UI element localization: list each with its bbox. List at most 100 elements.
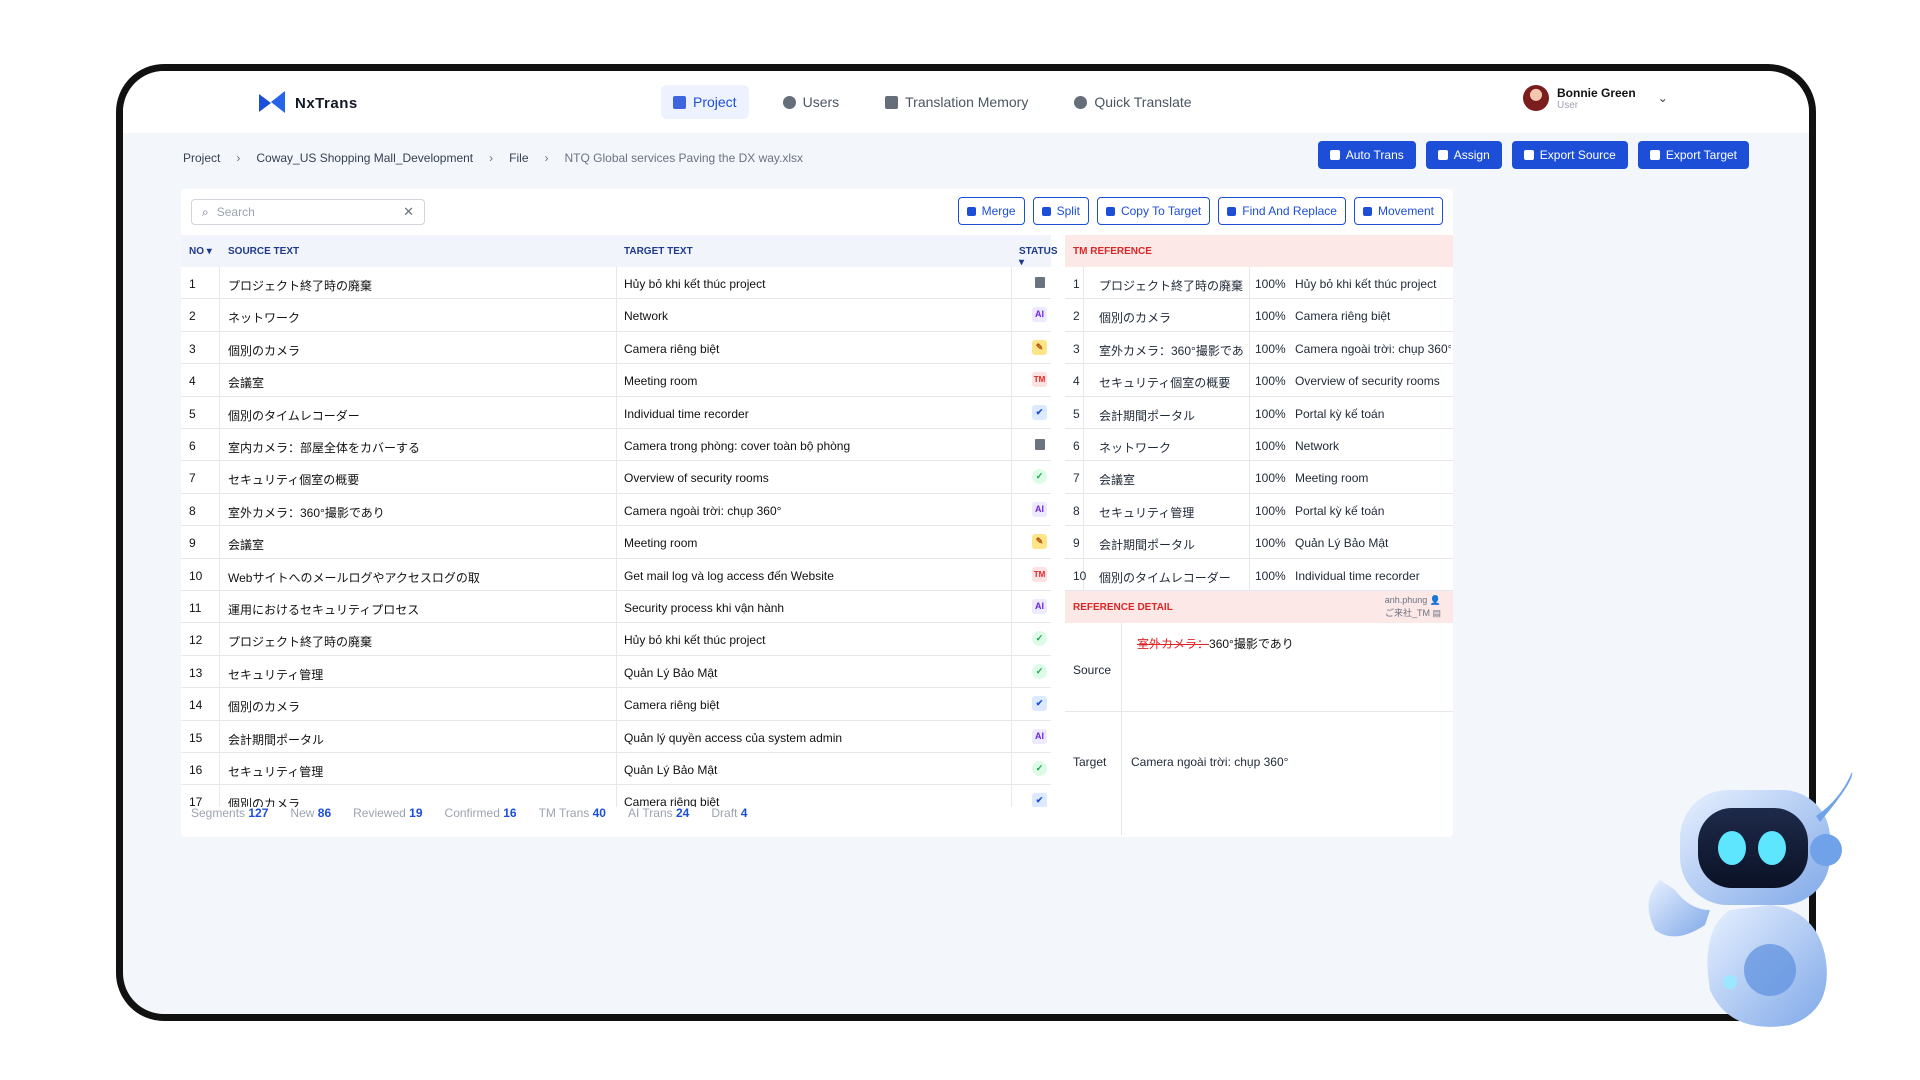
- header-label: STATUS: [1019, 246, 1058, 257]
- divider: [616, 364, 617, 396]
- table-row[interactable]: 7 セキュリティ個室の概要 Overview of security rooms ✓: [181, 461, 1051, 494]
- cell-no: 16: [189, 763, 203, 777]
- cell-target[interactable]: Network: [624, 309, 668, 323]
- stat-label: Confirmed: [444, 806, 500, 820]
- table-row[interactable]: 14 個別のカメラ Camera riêng biệt ✔: [181, 688, 1051, 721]
- cell-target[interactable]: Get mail log và log access đến Website: [624, 569, 834, 583]
- cell-target[interactable]: Meeting room: [624, 374, 697, 388]
- divider: [616, 331, 617, 364]
- button-label: Find And Replace: [1242, 204, 1337, 218]
- divider: [616, 623, 617, 655]
- nav-quick-translate[interactable]: Quick Translate: [1062, 85, 1203, 119]
- divider: [219, 785, 220, 807]
- divider: [219, 753, 220, 785]
- table-row[interactable]: 1 プロジェクト終了時の廃棄 Hủy bỏ khi kết thúc project: [181, 267, 1051, 300]
- table-row[interactable]: 2 ネットワーク Network AI: [181, 299, 1051, 332]
- cell-target[interactable]: Hủy bỏ khi kết thúc project: [624, 633, 765, 647]
- tm-reference-row[interactable]: 3 室外カメラ：360°撮影であり 100% Camera ngoài trời: c…: [1065, 331, 1453, 365]
- stat-label: New: [290, 806, 315, 820]
- tm-cell-target: Quản Lý Bảo Mật: [1295, 536, 1389, 551]
- chevron-down-icon[interactable]: ⌄: [1658, 91, 1668, 105]
- cell-no: 3: [189, 341, 196, 356]
- divider: [1011, 688, 1012, 720]
- cell-target[interactable]: Security process khi vận hành: [624, 601, 784, 615]
- tm-reference-row[interactable]: 9 会計期間ポータル 100% Quản Lý Bảo Mật: [1065, 526, 1453, 559]
- cell-target[interactable]: Camera ngoài trời: chụp 360°: [624, 504, 781, 518]
- divider: [616, 655, 617, 688]
- divider: [1083, 331, 1084, 364]
- robot-antenna: [1816, 772, 1853, 822]
- cell-target[interactable]: Quản Lý Bảo Mật: [624, 666, 717, 680]
- search-input[interactable]: ⌕ Search ✕: [191, 199, 425, 225]
- tm-cell-source: プロジェクト終了時の廃棄: [1099, 279, 1244, 293]
- tm-reference-row[interactable]: 10 個別のタイムレコーダー 100% Individual time recorde…: [1065, 558, 1453, 591]
- table-row[interactable]: 13 セキュリティ管理 Quản Lý Bảo Mật ✓: [181, 655, 1051, 689]
- tm-cell-source: 室外カメラ：360°撮影であり: [1099, 343, 1245, 358]
- cell-source: Webサイトへのメールログやアクセスログの取: [228, 570, 480, 585]
- table-row[interactable]: 15 会計期間ポータル Quản lý quyền access của syste…: [181, 720, 1051, 753]
- merge-button[interactable]: Merge: [957, 197, 1025, 225]
- tm-cell-no: 7: [1073, 471, 1080, 486]
- cell-target[interactable]: Individual time recorder: [624, 407, 749, 421]
- divider: [1011, 493, 1012, 526]
- divider: [1011, 785, 1012, 807]
- close-icon[interactable]: ✕: [403, 204, 414, 220]
- export-target-button[interactable]: Export Target: [1637, 141, 1749, 169]
- cell-target[interactable]: Camera riêng biệt: [624, 342, 719, 356]
- cell-target[interactable]: Camera trong phòng: cover toàn bộ phòng: [624, 439, 850, 453]
- nav-project[interactable]: Project: [661, 85, 749, 119]
- copy-to-target-button[interactable]: Copy To Target: [1096, 197, 1211, 225]
- table-row[interactable]: 5 個別のタイムレコーダー Individual time recorder ✔: [181, 396, 1051, 429]
- assign-button[interactable]: Assign: [1425, 141, 1502, 169]
- export-source-button[interactable]: Export Source: [1511, 141, 1628, 169]
- tm-cell-source: 個別のカメラ: [1099, 311, 1172, 326]
- table-row[interactable]: 9 会議室 Meeting room ✎: [181, 526, 1051, 559]
- tm-reference-row[interactable]: 5 会計期間ポータル 100% Portal kỳ kế toán: [1065, 396, 1453, 429]
- column-status[interactable]: STATUS ▾: [1019, 246, 1058, 268]
- table-row[interactable]: 17 個別のカメラ Camera riêng biệt ✔: [181, 785, 1051, 807]
- source-label: Source: [1073, 663, 1112, 677]
- status-draft-icon: [1035, 439, 1045, 450]
- movement-button[interactable]: Movement: [1353, 197, 1443, 225]
- tm-cell-target: Network: [1295, 439, 1340, 453]
- cell-source: セキュリティ管理: [228, 765, 324, 779]
- split-button[interactable]: Split: [1032, 197, 1089, 225]
- breadcrumb-item[interactable]: Coway_US Shopping Mall_Development: [256, 151, 473, 165]
- logo[interactable]: NxTrans: [259, 91, 358, 115]
- table-row[interactable]: 3 個別のカメラ Camera riêng biệt ✎: [181, 331, 1051, 365]
- cell-target[interactable]: Quản Lý Bảo Mật: [624, 763, 717, 777]
- tm-reference-row[interactable]: 1 プロジェクト終了時の廃棄 100% Hủy bỏ khi kết thúc pro…: [1065, 267, 1453, 300]
- divider: [219, 688, 220, 720]
- auto-trans-button[interactable]: Auto Trans: [1317, 141, 1416, 169]
- cell-target[interactable]: Quản lý quyền access của system admin: [624, 731, 842, 745]
- breadcrumb-item[interactable]: Project: [183, 151, 220, 165]
- cell-target[interactable]: Hủy bỏ khi kết thúc project: [624, 277, 765, 291]
- move-icon: [1362, 206, 1372, 216]
- table-row[interactable]: 4 会議室 Meeting room TM: [181, 364, 1051, 397]
- tm-reference-row[interactable]: 7 会議室 100% Meeting room: [1065, 461, 1453, 494]
- table-row[interactable]: 6 室内カメラ：部屋全体をカバーする Camera trong phòng: cov…: [181, 429, 1051, 462]
- tm-reference-row[interactable]: 2 個別のカメラ 100% Camera riêng biệt: [1065, 299, 1453, 332]
- divider: [1249, 429, 1250, 461]
- user-menu[interactable]: Bonnie Green User ⌄: [1523, 85, 1668, 111]
- column-no[interactable]: NO ▾: [189, 246, 212, 257]
- tm-reference-row[interactable]: 6 ネットワーク 100% Network: [1065, 429, 1453, 462]
- cell-target[interactable]: Camera riêng biệt: [624, 698, 719, 712]
- cell-source: 個別のタイムレコーダー: [228, 408, 360, 423]
- avatar: [1523, 85, 1549, 111]
- cell-target[interactable]: Meeting room: [624, 536, 697, 550]
- nav-translation-memory[interactable]: Translation Memory: [873, 85, 1040, 119]
- table-row[interactable]: 12 プロジェクト終了時の廃棄 Hủy bỏ khi kết thúc projec…: [181, 623, 1051, 656]
- tm-reference-row[interactable]: 8 セキュリティ管理 100% Portal kỳ kế toán: [1065, 493, 1453, 527]
- table-row[interactable]: 11 運用におけるセキュリティプロセス Security process khi v…: [181, 591, 1051, 624]
- table-row[interactable]: 10 Webサイトへのメールログやアクセスログの取 Get mail log và …: [181, 558, 1051, 591]
- user-info: Bonnie Green User: [1557, 86, 1636, 111]
- breadcrumb-item[interactable]: File: [509, 151, 528, 165]
- cell-target[interactable]: Overview of security rooms: [624, 471, 769, 485]
- table-row[interactable]: 8 室外カメラ：360°撮影であり Camera ngoài trời: chụp …: [181, 493, 1051, 527]
- table-row[interactable]: 16 セキュリティ管理 Quản Lý Bảo Mật ✓: [181, 753, 1051, 786]
- tm-reference-row[interactable]: 4 セキュリティ個室の概要 100% Overview of security roo…: [1065, 364, 1453, 397]
- nav-users[interactable]: Users: [771, 85, 852, 119]
- divider: [1011, 461, 1012, 493]
- find-and-replace-button[interactable]: Find And Replace: [1218, 197, 1346, 225]
